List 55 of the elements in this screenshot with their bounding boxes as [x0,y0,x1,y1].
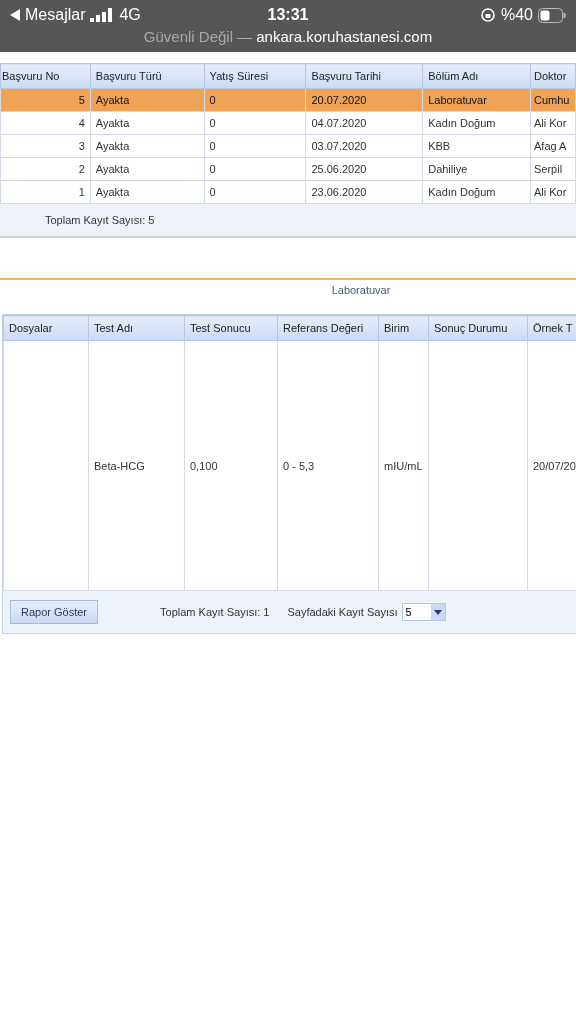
column-header[interactable]: Başvuru Türü [90,63,205,89]
report-button[interactable]: Rapor Göster [10,600,99,624]
table-cell: Ayakta [90,180,205,204]
column-header[interactable]: Test Sonucu [184,315,278,341]
column-header[interactable]: Birim [378,315,429,341]
table-cell: Kadın Doğum [422,180,531,204]
column-header[interactable]: Başvuru Tarihi [305,63,423,89]
record-count: Toplam Kayıt Sayısı: 1 [160,606,270,618]
table-cell: KBB [422,134,531,158]
page-size-dropdown[interactable]: 5 [401,603,446,621]
table-cell: 25.06.2020 [305,157,423,181]
table-cell: Ayakta [90,111,205,135]
table-cell: mIU/mL [378,340,429,591]
column-header[interactable]: Referans Değeri [277,315,379,341]
dropdown-arrow-icon [433,609,442,615]
column-header[interactable]: Dosyalar [3,315,89,341]
table-cell: 5 [0,88,91,112]
column-header[interactable]: Sonuç Durumu [428,315,528,341]
table-cell: Dahiliye [422,157,531,181]
table-cell: 0,100 [184,340,278,591]
record-count: Toplam Kayıt Sayısı: 5 [45,214,155,226]
column-header[interactable]: Yatış Süresi [204,63,306,89]
column-header[interactable]: Örnek T [527,315,576,341]
table-cell: 04.07.2020 [305,111,423,135]
table-cell: 4 [0,111,91,135]
clock: 13:31 [267,6,309,24]
table-cell: 23.06.2020 [305,180,423,204]
table-cell: 1 [0,180,91,204]
table-cell: Ayakta [90,157,205,181]
table-cell: 20/07/20 [527,340,576,591]
table-cell: Laboratuvar [422,88,531,112]
table-cell: 0 - 5,3 [277,340,379,591]
signal-icon [90,8,115,22]
table-cell: Ayakta [90,88,205,112]
battery-percent: %40 [500,6,533,24]
network-label: 4G [119,6,141,24]
table-cell: 03.07.2020 [305,134,423,158]
table-cell: Beta-HCG [88,340,185,591]
table-cell: 2 [0,157,91,181]
column-header[interactable]: Doktor [530,63,576,89]
battery-icon [538,7,566,23]
column-header[interactable]: Başvuru No [0,63,91,89]
page-size-label: Sayfadaki Kayıt Sayısı [287,606,398,618]
address-domain[interactable]: ankara.koruhastanesi.com [256,28,433,45]
back-arrow-icon [10,9,20,21]
column-header[interactable]: Bölüm Adı [422,63,531,89]
table-cell: Ayakta [90,134,205,158]
section-title: Laboratuvar [331,284,391,296]
column-header[interactable]: Test Adı [88,315,185,341]
table-cell: Kadın Doğum [422,111,531,135]
table-cell: 3 [0,134,91,158]
back-label[interactable]: Mesajlar [25,6,86,24]
rotation-lock-icon [479,7,496,23]
table-cell: 20.07.2020 [305,88,423,112]
security-label: Güvenli Değil — [143,28,253,45]
